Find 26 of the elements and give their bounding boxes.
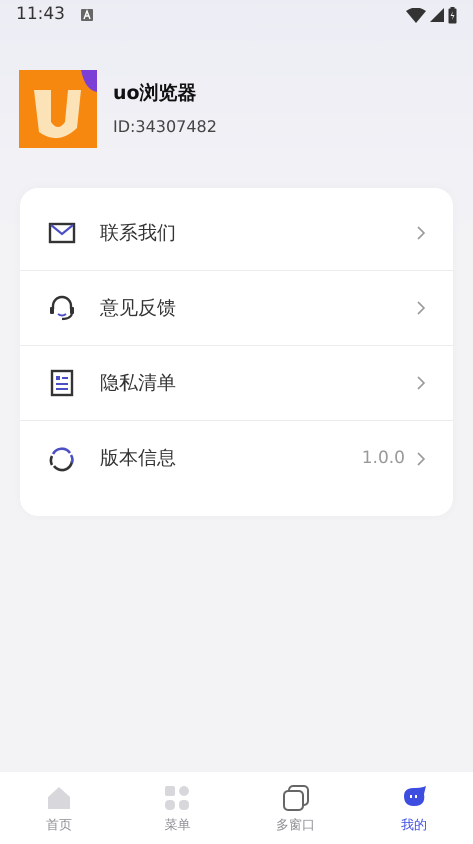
menu-item[interactable]: 意见反馈: [20, 271, 453, 346]
menu-label: 意见反馈: [100, 296, 176, 321]
chevron-right-icon: [417, 301, 425, 315]
signal-icon: [430, 8, 444, 22]
chevron-right-icon: [417, 452, 425, 466]
notification-icon: [81, 9, 93, 21]
chevron-right-icon: [417, 376, 425, 390]
battery-icon: [448, 6, 457, 24]
menu-label: 隐私清单: [100, 370, 176, 396]
windows-icon: [282, 784, 310, 812]
menu-label: 版本信息: [100, 446, 176, 472]
document-icon: [48, 369, 76, 397]
menu-item[interactable]: 联系我们: [20, 196, 453, 271]
status-time: 11:43: [16, 3, 65, 26]
user-id: ID:34307482: [113, 116, 217, 138]
menu-label: 联系我们: [100, 220, 176, 246]
headset-icon: [48, 294, 76, 322]
tab[interactable]: 我的: [354, 772, 473, 844]
version-value: 1.0.0: [362, 446, 405, 470]
grid-icon: [163, 784, 192, 812]
app-name: uo浏览器: [113, 80, 198, 106]
menu-item[interactable]: 版本信息 1.0.0: [20, 421, 453, 496]
wifi-icon: [406, 8, 426, 22]
menu-item[interactable]: 隐私清单: [20, 346, 453, 421]
chevron-right-icon: [417, 226, 425, 240]
refresh-icon: [48, 444, 76, 472]
